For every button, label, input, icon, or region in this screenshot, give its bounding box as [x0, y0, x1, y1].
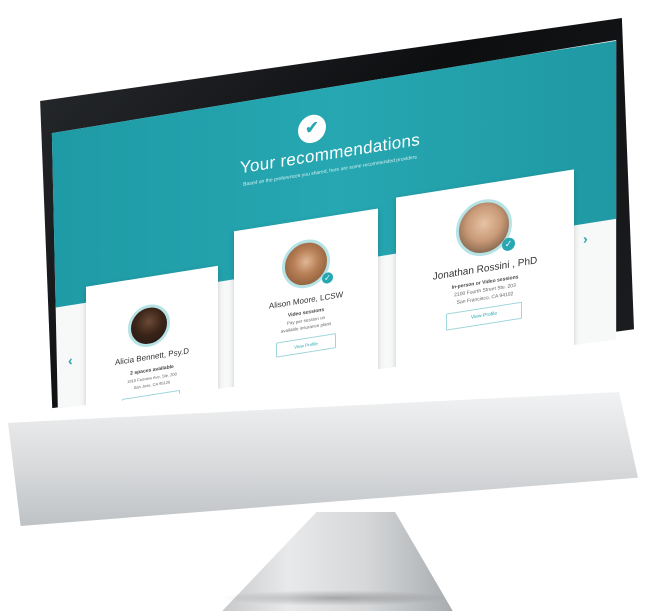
apple-logo-icon	[268, 470, 306, 510]
verified-badge-icon: ✓	[502, 236, 515, 252]
chevron-right-icon[interactable]: ›	[583, 230, 588, 247]
view-profile-button[interactable]: View Profile	[446, 301, 522, 331]
provider-photo	[456, 195, 512, 261]
provider-card[interactable]: ✓ Jonathan Rossini , PhD In-person or Vi…	[396, 169, 574, 376]
verified-badge-icon: ✓	[322, 271, 333, 285]
provider-photo	[282, 236, 330, 292]
view-profile-button[interactable]: View Profile	[276, 333, 336, 358]
provider-card[interactable]: ✓ Alison Moore, LCSW Video sessions Pay …	[234, 208, 378, 404]
view-profile-button[interactable]: View Profile	[122, 389, 180, 409]
monitor-chin	[8, 392, 638, 526]
chevron-left-icon[interactable]: ‹	[68, 352, 73, 369]
provider-photo	[128, 301, 170, 351]
stand-shadow	[220, 590, 450, 606]
